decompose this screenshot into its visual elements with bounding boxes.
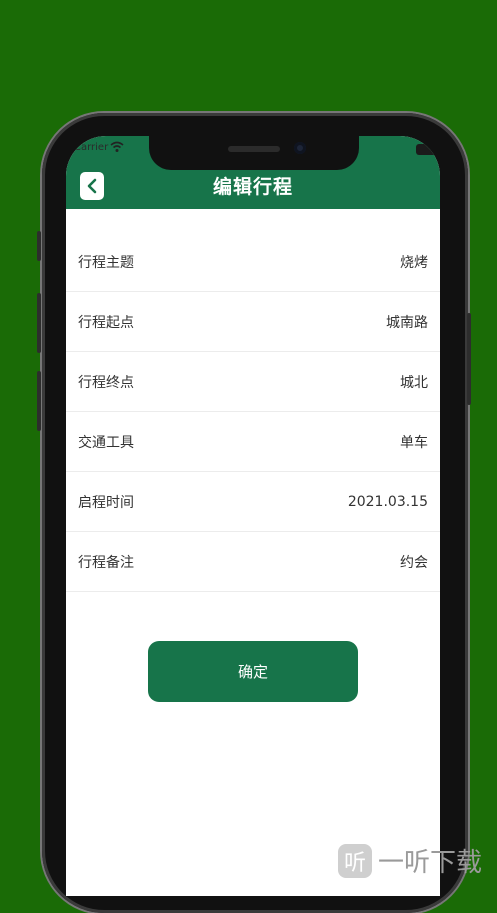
- front-camera: [294, 142, 306, 154]
- form-row-end[interactable]: 行程终点 城北: [66, 352, 440, 412]
- form-row-transport[interactable]: 交通工具 单车: [66, 412, 440, 472]
- row-value: 单车: [400, 434, 428, 451]
- row-value: 烧烤: [400, 254, 428, 271]
- confirm-button[interactable]: 确定: [148, 641, 358, 702]
- wifi-icon: [110, 141, 124, 152]
- form-row-theme[interactable]: 行程主题 烧烤: [66, 232, 440, 292]
- volume-down-button: [37, 371, 41, 431]
- speaker-grille: [228, 146, 280, 152]
- row-label: 行程终点: [78, 374, 134, 391]
- battery-icon: [416, 144, 440, 155]
- app-screen: Carrier 编辑行程 行程主题 烧烤 行程起点 城南路 行程终点 城北 交通…: [66, 136, 440, 896]
- watermark-text: 一听下载: [378, 848, 483, 878]
- row-label: 行程主题: [78, 254, 134, 271]
- watermark: 听 一听下载: [338, 838, 497, 883]
- trip-form: 行程主题 烧烤 行程起点 城南路 行程终点 城北 交通工具 单车 启程时间 20…: [66, 232, 440, 592]
- row-value: 城北: [400, 374, 428, 391]
- row-label: 交通工具: [78, 434, 134, 451]
- form-row-departure-time[interactable]: 启程时间 2021.03.15: [66, 472, 440, 532]
- mute-switch: [37, 231, 41, 261]
- form-row-start[interactable]: 行程起点 城南路: [66, 292, 440, 352]
- row-label: 行程起点: [78, 314, 134, 331]
- carrier-label: Carrier: [74, 142, 109, 153]
- row-label: 启程时间: [78, 494, 134, 511]
- row-label: 行程备注: [78, 554, 134, 571]
- page-title: 编辑行程: [212, 176, 293, 198]
- form-row-note[interactable]: 行程备注 约会: [66, 532, 440, 592]
- row-value: 约会: [400, 554, 428, 571]
- row-value: 2021.03.15: [347, 493, 428, 510]
- watermark-logo: 听: [338, 843, 372, 878]
- volume-up-button: [37, 293, 41, 353]
- phone-notch: [149, 134, 359, 170]
- power-button: [467, 313, 471, 405]
- row-value: 城南路: [386, 314, 428, 331]
